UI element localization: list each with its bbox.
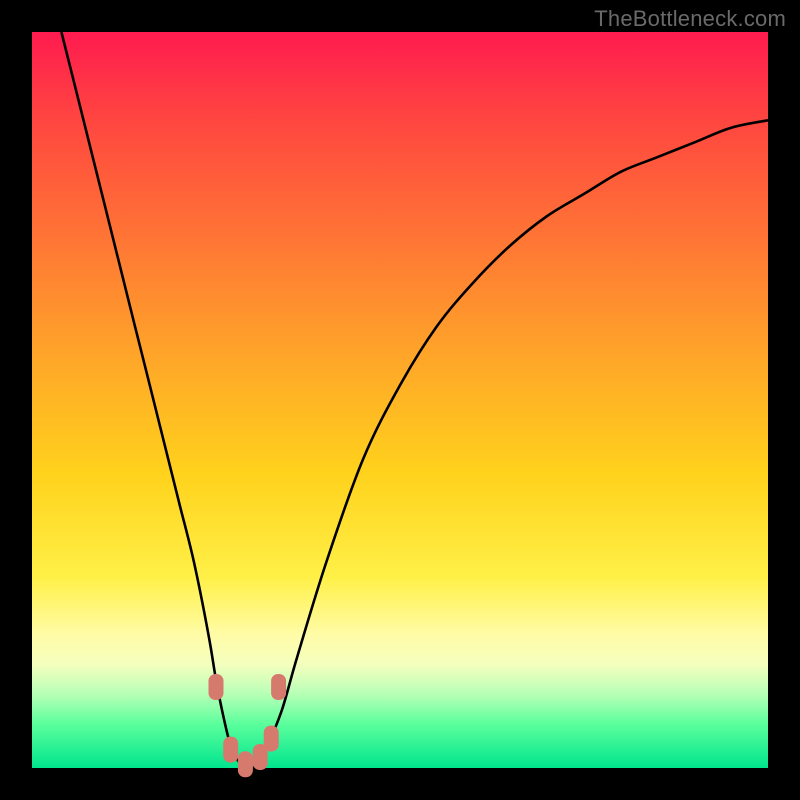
bottleneck-curve-line	[61, 32, 768, 769]
curve-marker-0	[209, 674, 224, 700]
chart-plot-area	[32, 32, 768, 768]
bottleneck-chart-svg	[32, 32, 768, 768]
curve-markers-group	[209, 674, 287, 777]
curve-marker-1	[223, 737, 238, 763]
curve-marker-2	[238, 751, 253, 777]
curve-marker-5	[271, 674, 286, 700]
curve-marker-4	[264, 726, 279, 752]
watermark-text: TheBottleneck.com	[594, 6, 786, 32]
